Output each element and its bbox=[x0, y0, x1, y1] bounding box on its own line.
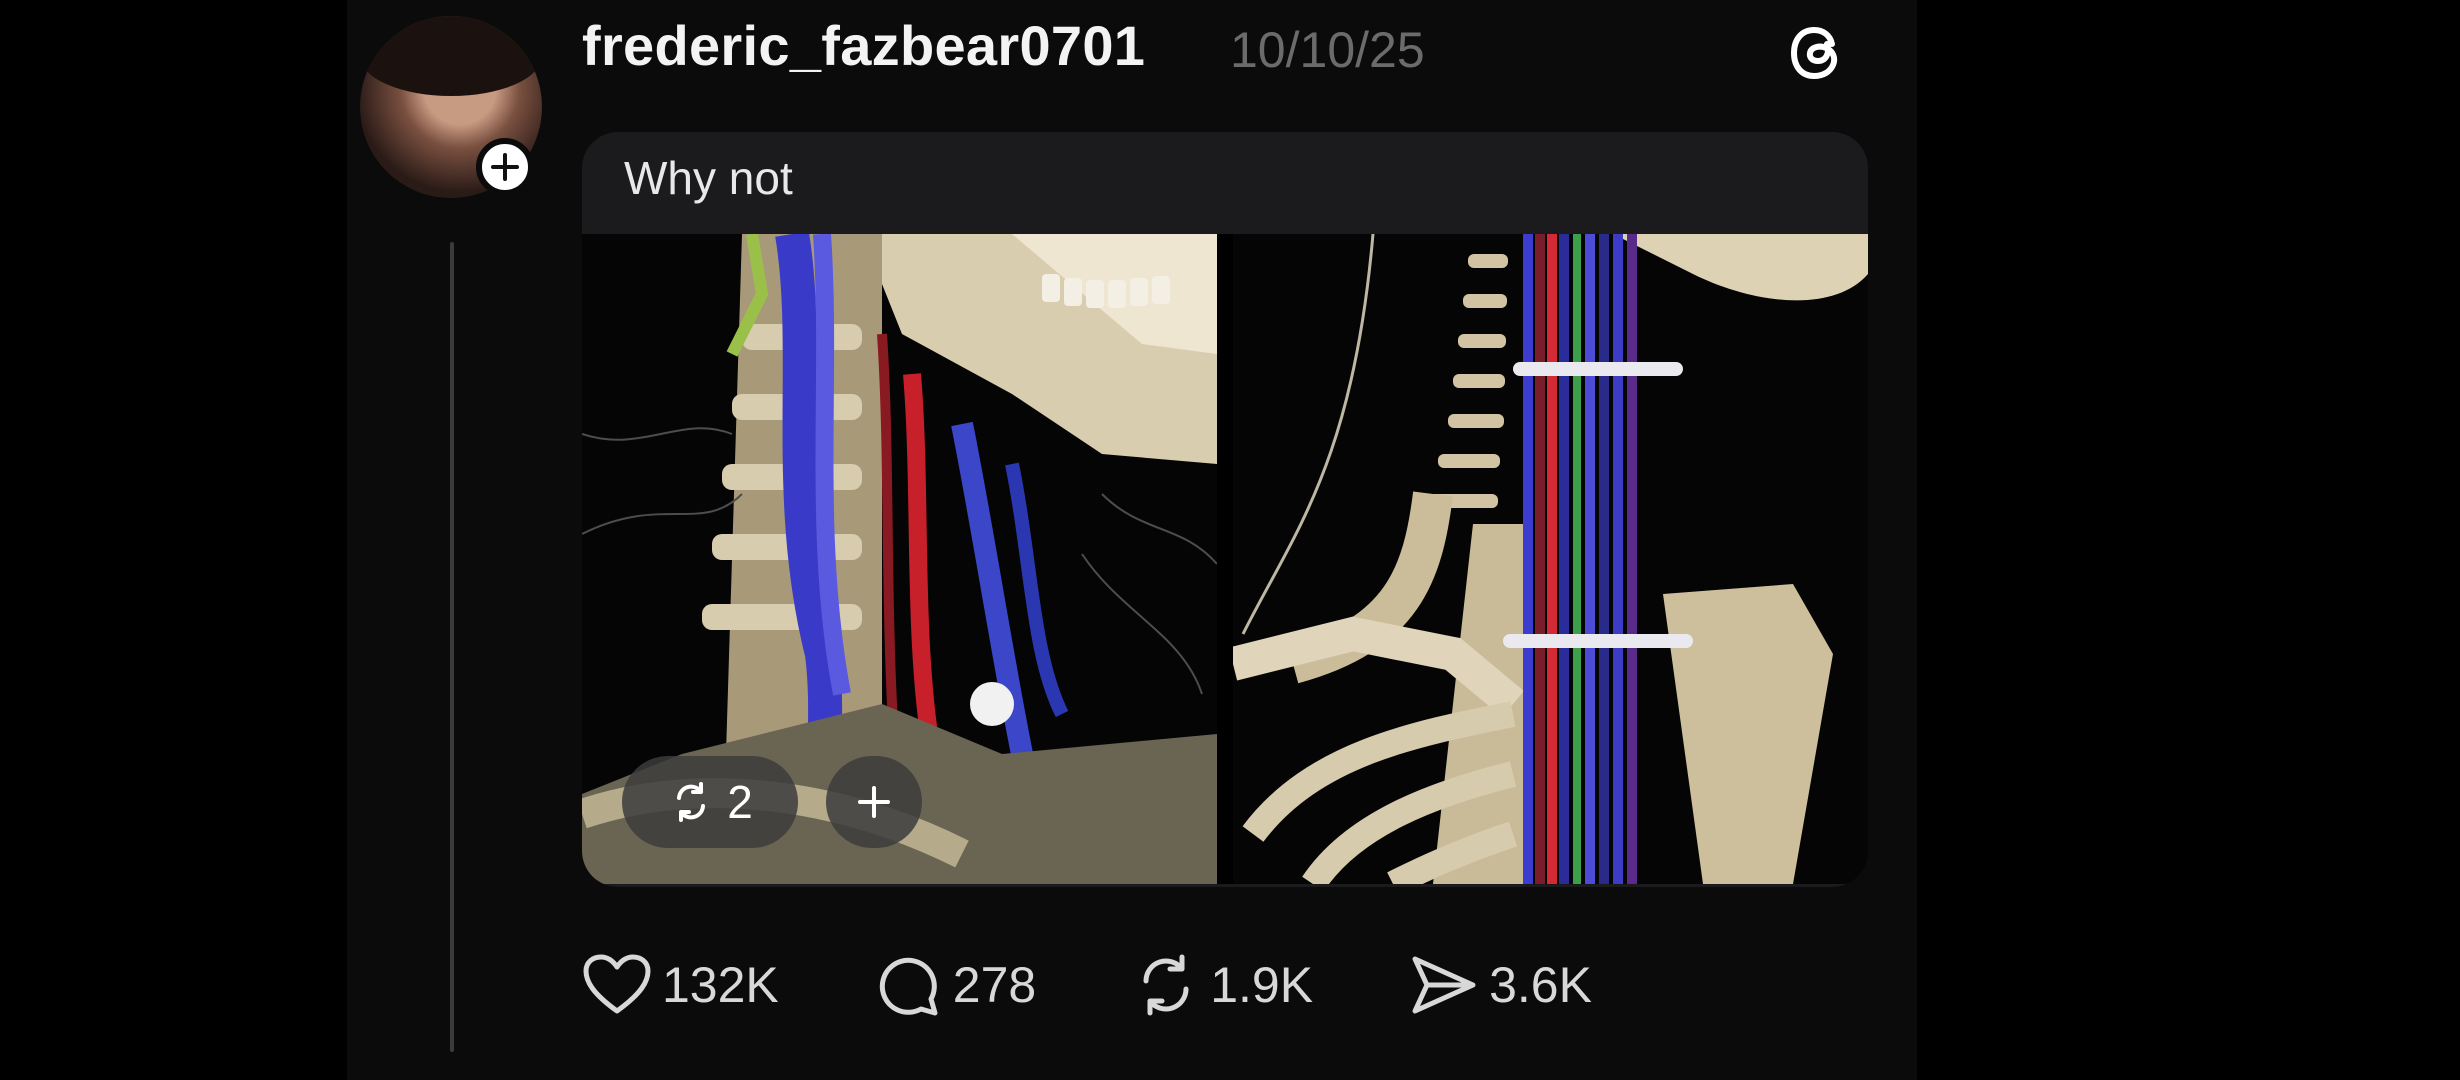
comment-button[interactable]: 278 bbox=[875, 953, 1036, 1017]
repost-icon bbox=[1143, 954, 1189, 1016]
media-image-skeleton-cables[interactable] bbox=[1233, 234, 1868, 884]
follow-button[interactable] bbox=[476, 138, 534, 196]
heart-icon bbox=[583, 954, 651, 1014]
share-count: 3.6K bbox=[1489, 957, 1592, 1013]
comment-count: 278 bbox=[952, 957, 1037, 1013]
like-count: 132K bbox=[662, 957, 779, 1013]
post-date: 10/10/25 bbox=[1230, 22, 1425, 78]
media-repost-chip[interactable]: 2 bbox=[622, 756, 798, 848]
action-bar: 132K 278 1.9K 3.6K bbox=[582, 950, 1592, 1020]
send-icon bbox=[1412, 956, 1476, 1014]
plus-icon bbox=[858, 786, 890, 818]
like-button[interactable]: 132K bbox=[582, 953, 779, 1017]
repost-count: 1.9K bbox=[1210, 957, 1314, 1013]
thread-line bbox=[450, 242, 454, 1052]
media-add-button[interactable] bbox=[826, 756, 922, 848]
threads-logo-icon[interactable] bbox=[1782, 18, 1852, 88]
repost-button[interactable]: 1.9K bbox=[1132, 953, 1313, 1017]
share-button[interactable]: 3.6K bbox=[1409, 953, 1592, 1017]
post-caption: Why not bbox=[624, 152, 793, 204]
comment-bubble-icon bbox=[879, 957, 938, 1016]
media-repost-count: 2 bbox=[727, 776, 753, 828]
username[interactable]: frederic_fazbear0701 bbox=[582, 16, 1145, 76]
plus-icon bbox=[491, 153, 519, 181]
repost-icon bbox=[677, 782, 706, 822]
